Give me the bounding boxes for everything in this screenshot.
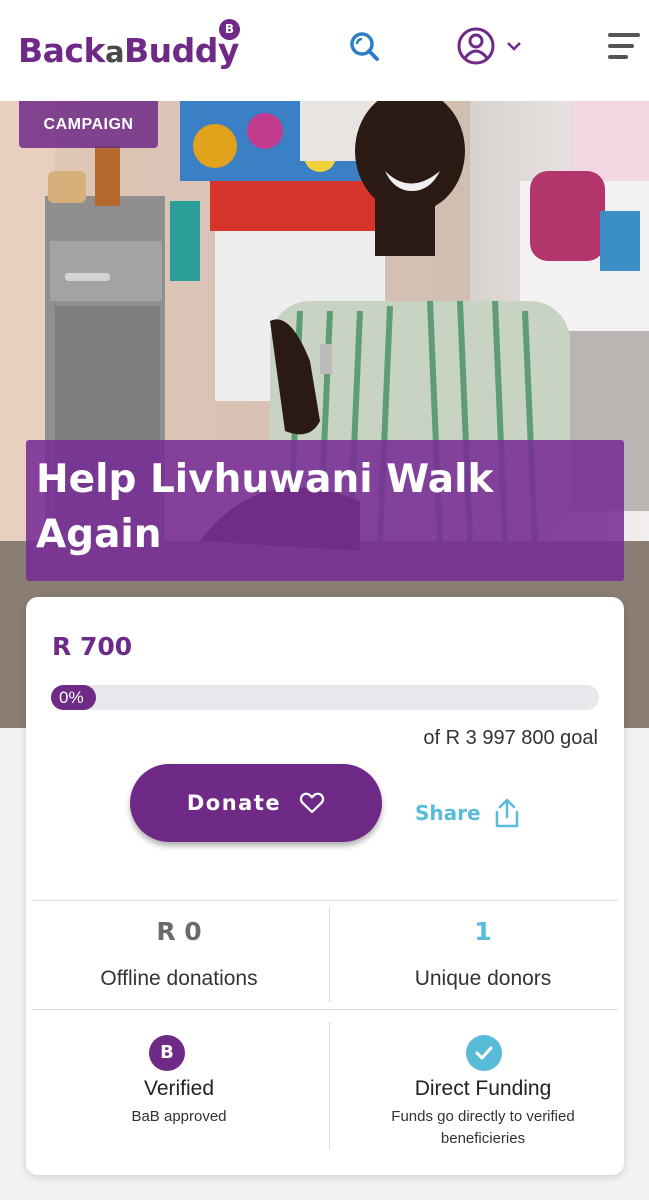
direct-funding-title: Direct Funding [414, 1077, 552, 1100]
donate-button[interactable]: Donate [130, 764, 382, 842]
funding-progress-bar: 0% [51, 685, 599, 710]
search-button[interactable] [346, 28, 382, 64]
verified-title: Verified [143, 1077, 215, 1100]
campaign-title: Help Livhuwani Walk Again [36, 457, 494, 557]
campaign-badge: CAMPAIGN [19, 101, 158, 148]
offline-donations-value: R 0 [156, 917, 202, 946]
chevron-down-icon [507, 42, 521, 51]
offline-donations-label: Offline donations [100, 967, 258, 990]
verified-badge-icon: B [149, 1035, 185, 1071]
backabuddy-logo[interactable]: BackaBuddy [18, 28, 239, 74]
hamburger-menu-icon [608, 33, 640, 59]
logo-badge-icon: B [219, 19, 240, 40]
search-icon [350, 32, 379, 61]
direct-funding-description: Funds go directly to verified beneficier… [391, 1108, 575, 1147]
unique-donors-value: 1 [474, 917, 492, 946]
divider [329, 1022, 330, 1150]
hamburger-menu-button[interactable] [604, 30, 644, 64]
divider [32, 900, 618, 901]
funding-progress-fill: 0% [51, 685, 96, 710]
account-menu-button[interactable] [455, 25, 527, 67]
campaign-title-box: Help Livhuwani Walk Again [26, 440, 624, 581]
logo-text: BackaBuddy [18, 31, 239, 70]
user-account-icon [457, 27, 495, 65]
heart-icon [299, 792, 325, 814]
donate-label: Donate [186, 791, 282, 815]
share-icon [495, 798, 518, 828]
site-header: BackaBuddy B [0, 0, 649, 101]
verified-description: BaB approved [131, 1108, 227, 1125]
amount-raised: R 700 [52, 632, 133, 661]
goal-amount: of R 3 997 800 goal [423, 727, 598, 749]
progress-percent-label: 0% [59, 688, 84, 707]
share-button[interactable]: Share [415, 797, 521, 829]
unique-donors-label: Unique donors [414, 967, 552, 990]
campaign-summary-card: R 700 0% of R 3 997 800 goal Donate Shar… [26, 597, 624, 1175]
share-label: Share [415, 801, 481, 825]
divider [32, 1009, 618, 1010]
checkmark-icon [466, 1035, 502, 1071]
divider [329, 907, 330, 1002]
